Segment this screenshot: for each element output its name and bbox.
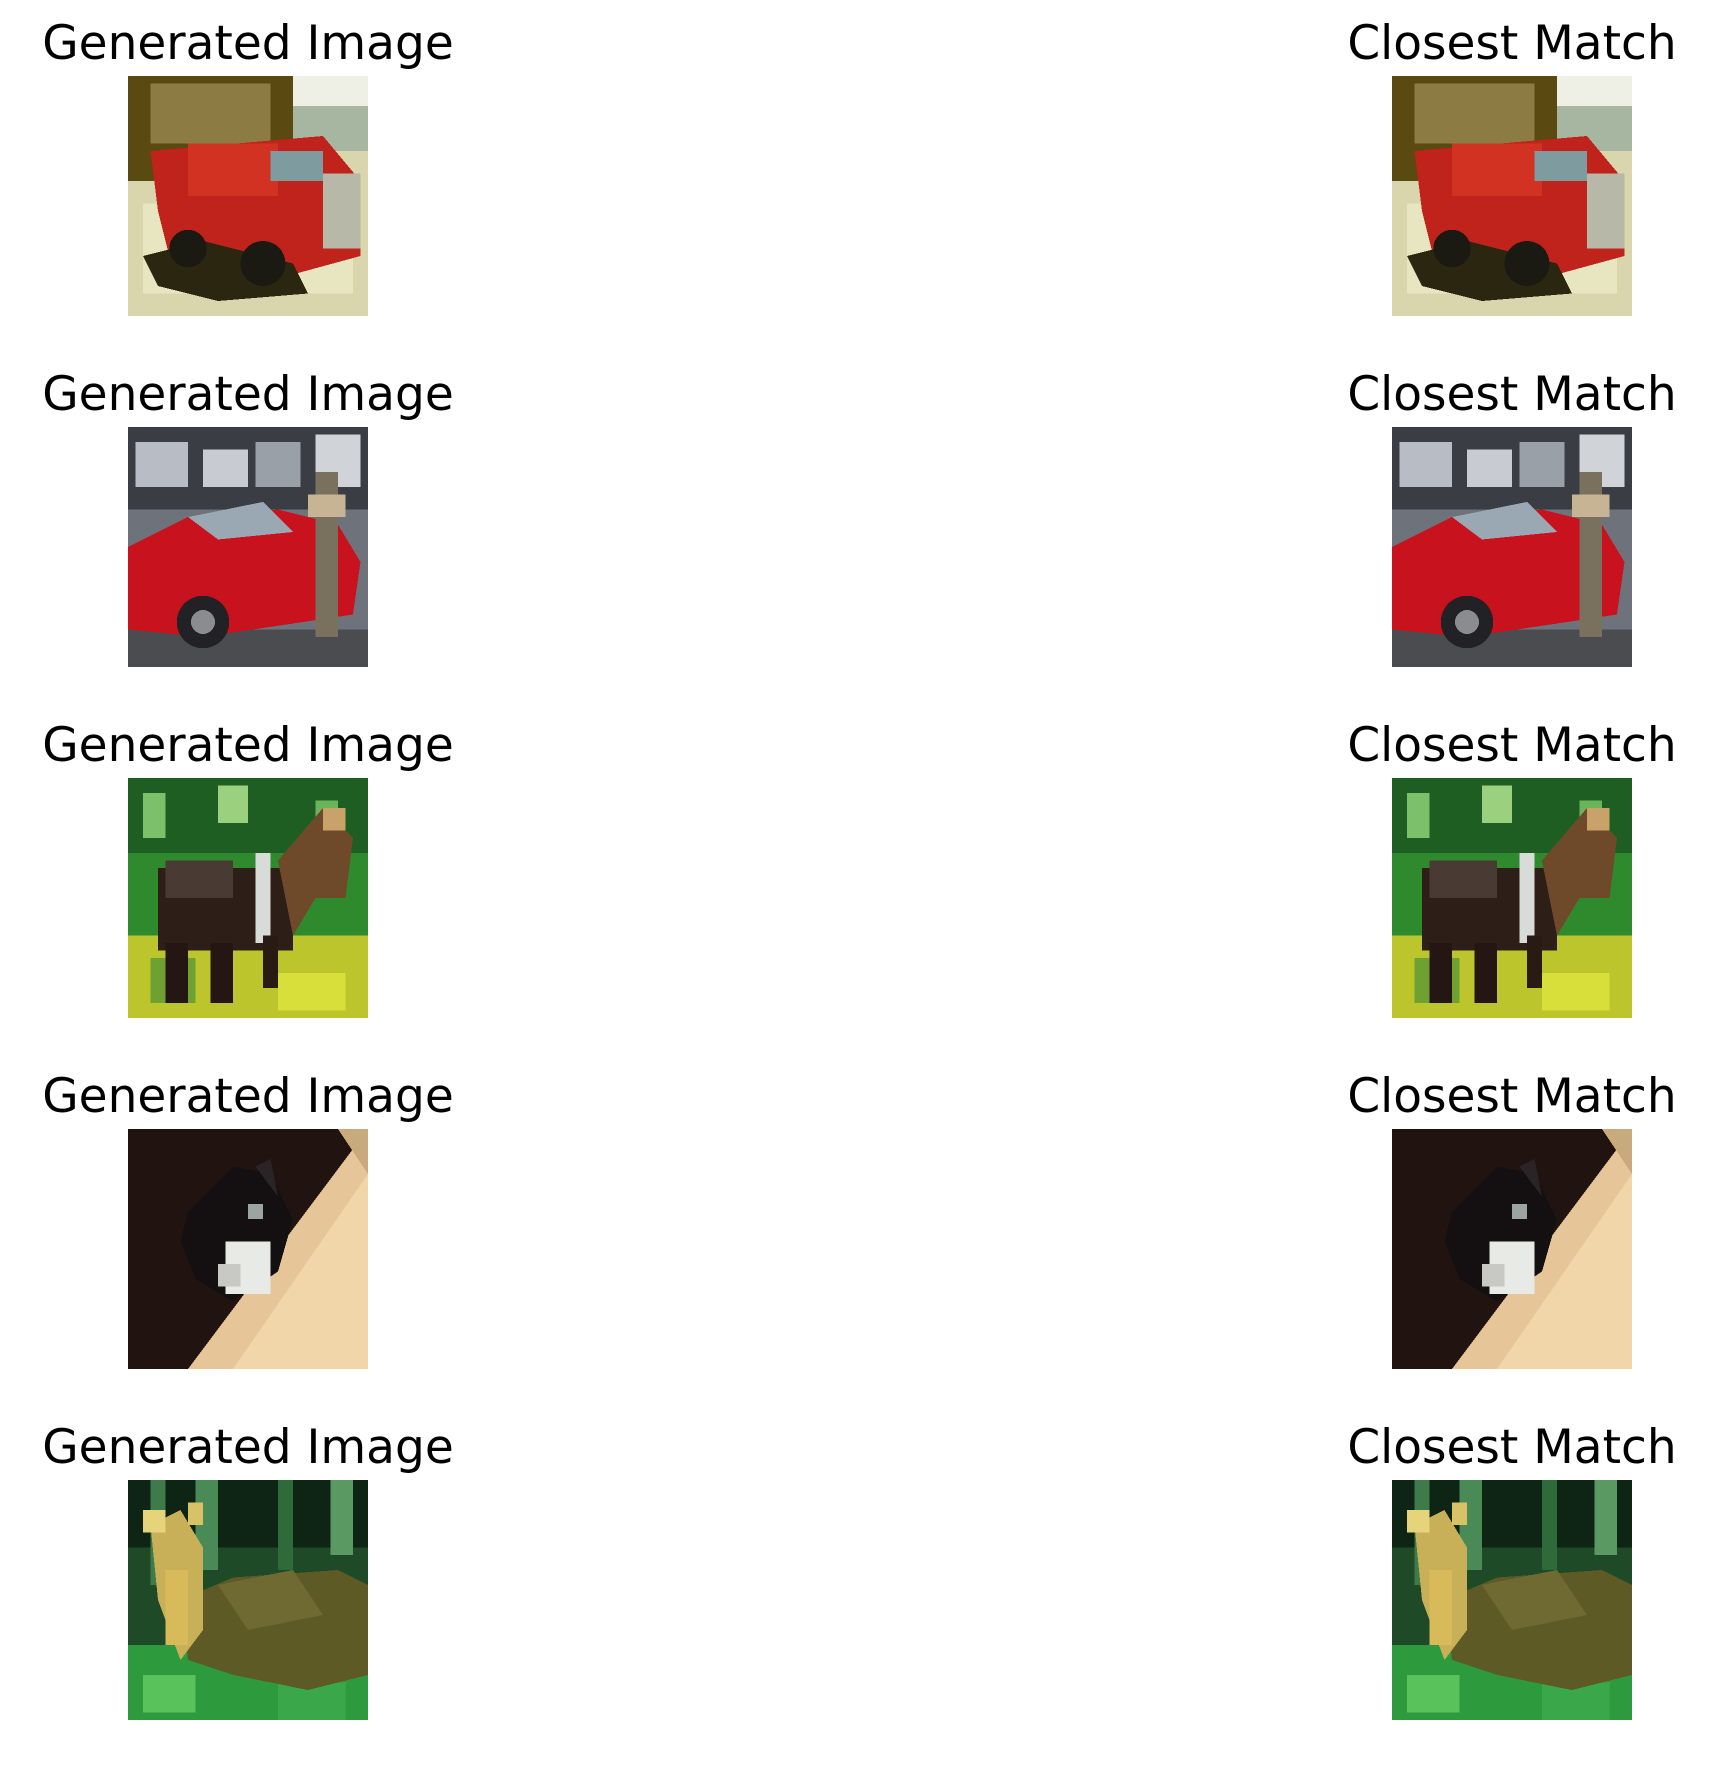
generated-title: Generated Image (42, 367, 454, 422)
match-panel-5: Closest Match (1334, 1416, 1717, 1746)
generated-title: Generated Image (42, 718, 454, 773)
generated-panel-4: Generated Image (28, 1065, 488, 1395)
thumbnail-picture (1392, 76, 1632, 316)
match-image-horse (1392, 778, 1632, 1018)
generated-column: Generated Image Generated Image Generate… (28, 0, 488, 1766)
match-title: Closest Match (1347, 1420, 1677, 1475)
match-title: Closest Match (1347, 367, 1677, 422)
thumbnail-picture (1392, 1480, 1632, 1720)
match-title: Closest Match (1347, 718, 1677, 773)
generated-image-red-truck (128, 76, 368, 316)
generated-image-red-car (128, 427, 368, 667)
match-title: Closest Match (1347, 16, 1677, 71)
thumbnail-picture (128, 427, 368, 667)
match-panel-3: Closest Match (1334, 714, 1717, 1044)
generated-panel-3: Generated Image (28, 714, 488, 1044)
match-image-deer (1392, 1480, 1632, 1720)
match-panel-2: Closest Match (1334, 363, 1717, 693)
match-title: Closest Match (1347, 1069, 1677, 1124)
generated-panel-1: Generated Image (28, 12, 488, 342)
thumbnail-picture (128, 1129, 368, 1369)
thumbnail-picture (1392, 778, 1632, 1018)
thumbnail-picture (128, 1480, 368, 1720)
thumbnail-picture (1392, 427, 1632, 667)
generated-title: Generated Image (42, 1420, 454, 1475)
generated-image-horse (128, 778, 368, 1018)
match-image-red-car (1392, 427, 1632, 667)
match-image-red-truck (1392, 76, 1632, 316)
generated-title: Generated Image (42, 16, 454, 71)
thumbnail-picture (1392, 1129, 1632, 1369)
generated-panel-2: Generated Image (28, 363, 488, 693)
match-image-cat (1392, 1129, 1632, 1369)
closest-match-column: Closest Match Closest Match Closest Matc… (1334, 0, 1717, 1766)
thumbnail-picture (128, 778, 368, 1018)
generated-title: Generated Image (42, 1069, 454, 1124)
figure: Generated Image Generated Image Generate… (0, 0, 1717, 1766)
generated-panel-5: Generated Image (28, 1416, 488, 1746)
thumbnail-picture (128, 76, 368, 316)
generated-image-cat (128, 1129, 368, 1369)
generated-image-deer (128, 1480, 368, 1720)
match-panel-1: Closest Match (1334, 12, 1717, 342)
match-panel-4: Closest Match (1334, 1065, 1717, 1395)
